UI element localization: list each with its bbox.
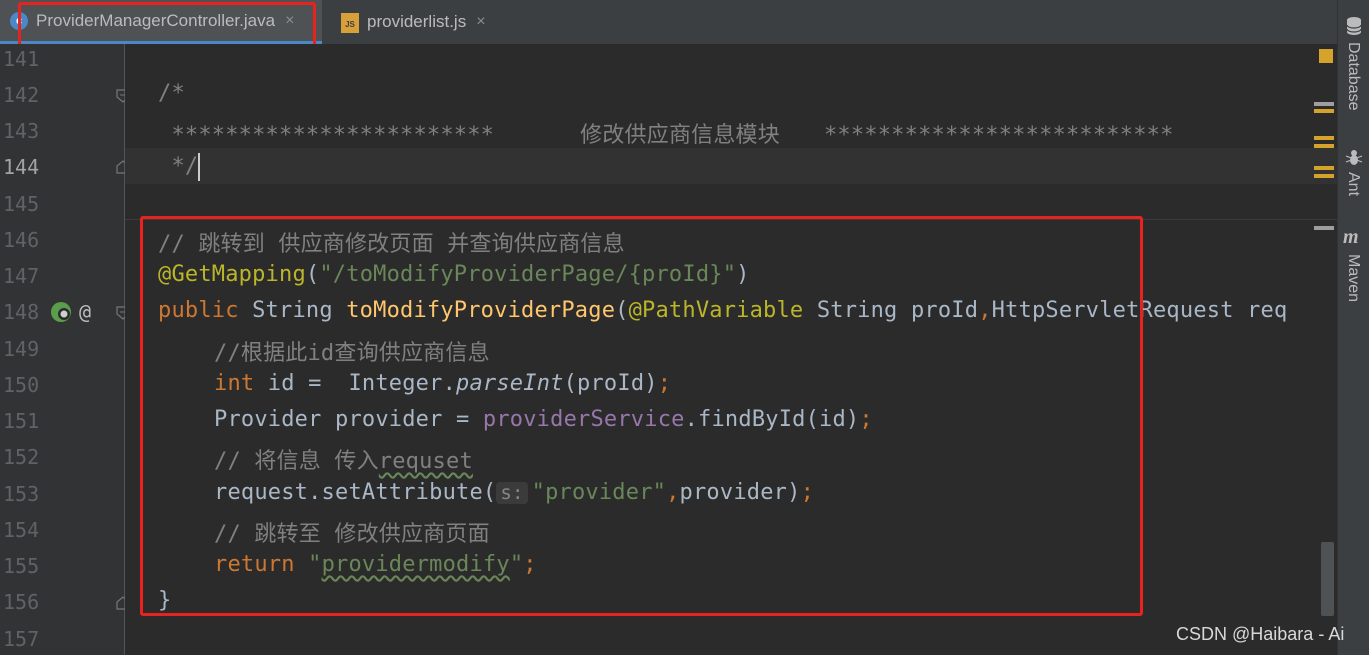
js-file-icon: JS	[341, 13, 359, 33]
line-number-gutter[interactable]: 141 142 143 144 145 146 147 148 149 150 …	[0, 44, 130, 655]
implementation-at-icon[interactable]: @	[79, 300, 91, 324]
text-cursor	[198, 153, 201, 181]
error-stripe-marker[interactable]	[1314, 102, 1334, 106]
line-number: 151	[3, 409, 40, 433]
error-stripe-marker[interactable]	[1314, 109, 1334, 113]
line-number: 147	[3, 264, 40, 288]
line-number-current: 144	[3, 155, 40, 179]
comment-stars: ************************	[158, 123, 495, 148]
ant-icon	[1345, 150, 1363, 165]
line-number: 152	[3, 445, 40, 469]
maven-panel-button[interactable]: Maven	[1344, 254, 1362, 302]
line-number: 142	[3, 83, 40, 107]
maven-icon: m	[1343, 226, 1359, 248]
line-number: 148	[3, 300, 40, 324]
line-number: 155	[3, 554, 40, 578]
code-line-142: /*	[158, 81, 185, 106]
highlight-box-tab	[18, 2, 316, 49]
watermark: CSDN @Haibara - Ai	[1176, 624, 1345, 644]
highlight-box-method	[140, 216, 1143, 616]
comment: /*	[158, 81, 185, 106]
line-number: 150	[3, 373, 40, 397]
tab-providerlist-js[interactable]: JS providerlist.js ×	[333, 0, 518, 44]
error-stripe-marker[interactable]	[1314, 144, 1334, 148]
comment-title: 修改供应商信息模块	[580, 123, 780, 148]
right-tool-window-bar: Database Ant m Maven	[1337, 0, 1369, 655]
ant-panel-button[interactable]: Ant	[1344, 172, 1362, 196]
error-stripe-marker[interactable]	[1314, 136, 1334, 140]
line-number: 156	[3, 590, 40, 614]
line-number: 154	[3, 518, 40, 542]
database-panel-button[interactable]: Database	[1344, 42, 1362, 111]
line-number: 145	[3, 192, 40, 216]
code-line-143: ************************ 修改供应商信息模块 *******…	[158, 117, 1174, 149]
code-line-144: */	[158, 153, 201, 181]
vertical-scrollbar[interactable]	[1321, 542, 1334, 616]
tab-label: providerlist.js	[367, 12, 467, 31]
current-line-highlight	[125, 148, 1337, 184]
close-icon[interactable]: ×	[476, 13, 485, 31]
line-number: 153	[3, 482, 40, 506]
error-stripe-marker[interactable]	[1314, 226, 1334, 230]
comment: */	[158, 154, 199, 179]
spring-mapping-icon[interactable]	[49, 300, 73, 324]
line-number: 157	[3, 627, 40, 651]
line-number: 149	[3, 337, 40, 361]
line-number: 146	[3, 228, 40, 252]
line-number: 141	[3, 47, 40, 71]
warning-marker[interactable]	[1319, 49, 1333, 63]
error-stripe-marker[interactable]	[1314, 166, 1334, 170]
comment-stars: **************************	[823, 123, 1174, 148]
database-icon	[1346, 17, 1362, 35]
line-number: 143	[3, 119, 40, 143]
error-stripe-marker[interactable]	[1314, 174, 1334, 178]
